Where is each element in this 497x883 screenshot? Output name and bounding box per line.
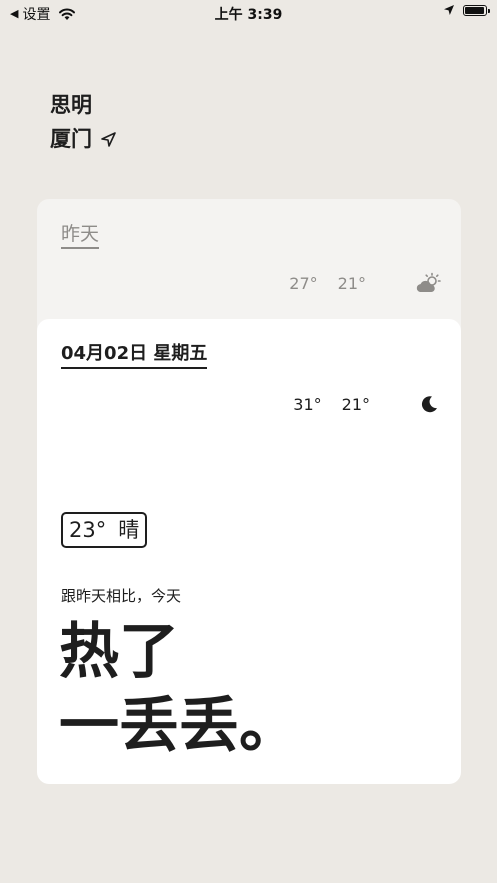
current-condition: 晴 [118,518,140,542]
yesterday-temps: 27° 21° [289,274,366,293]
yesterday-label: 昨天 [61,222,100,249]
moon-icon [421,396,437,413]
partly-cloudy-icon [416,272,441,292]
location-services-icon [444,5,454,15]
status-bar: ◀ 设置 上午 3:39 [0,0,497,26]
comparison-headline: 热了 一丢丢。 [59,615,299,763]
headline-line-2: 一丢丢。 [59,691,299,761]
battery-icon [463,4,490,16]
yesterday-low: 21° [337,274,366,293]
location-header[interactable]: 思明 厦门 [50,88,117,156]
battery-level [465,6,484,14]
current-temp: 23° [69,518,107,542]
navigation-arrow-icon [101,131,116,147]
city-row: 厦门 [50,122,117,156]
today-card[interactable]: 04月02日 星期五 31° 21° 23° 晴 跟昨天相比，今天 热了 一丢丢… [37,319,461,784]
today-high: 31° [293,395,322,414]
city-name: 厦门 [50,127,92,151]
yesterday-high: 27° [289,274,318,293]
district-name: 思明 [50,93,92,117]
today-low: 21° [341,395,370,414]
compare-text: 跟昨天相比，今天 [61,587,182,605]
current-weather-badge: 23° 晴 [61,512,148,548]
clock: 上午 3:39 [214,7,283,23]
today-date: 04月02日 星期五 [61,342,208,369]
yesterday-card[interactable]: 昨天 27° 21° [37,199,461,339]
headline-line-1: 热了 [59,617,179,687]
today-temps: 31° 21° [293,395,370,414]
status-right [443,4,490,16]
